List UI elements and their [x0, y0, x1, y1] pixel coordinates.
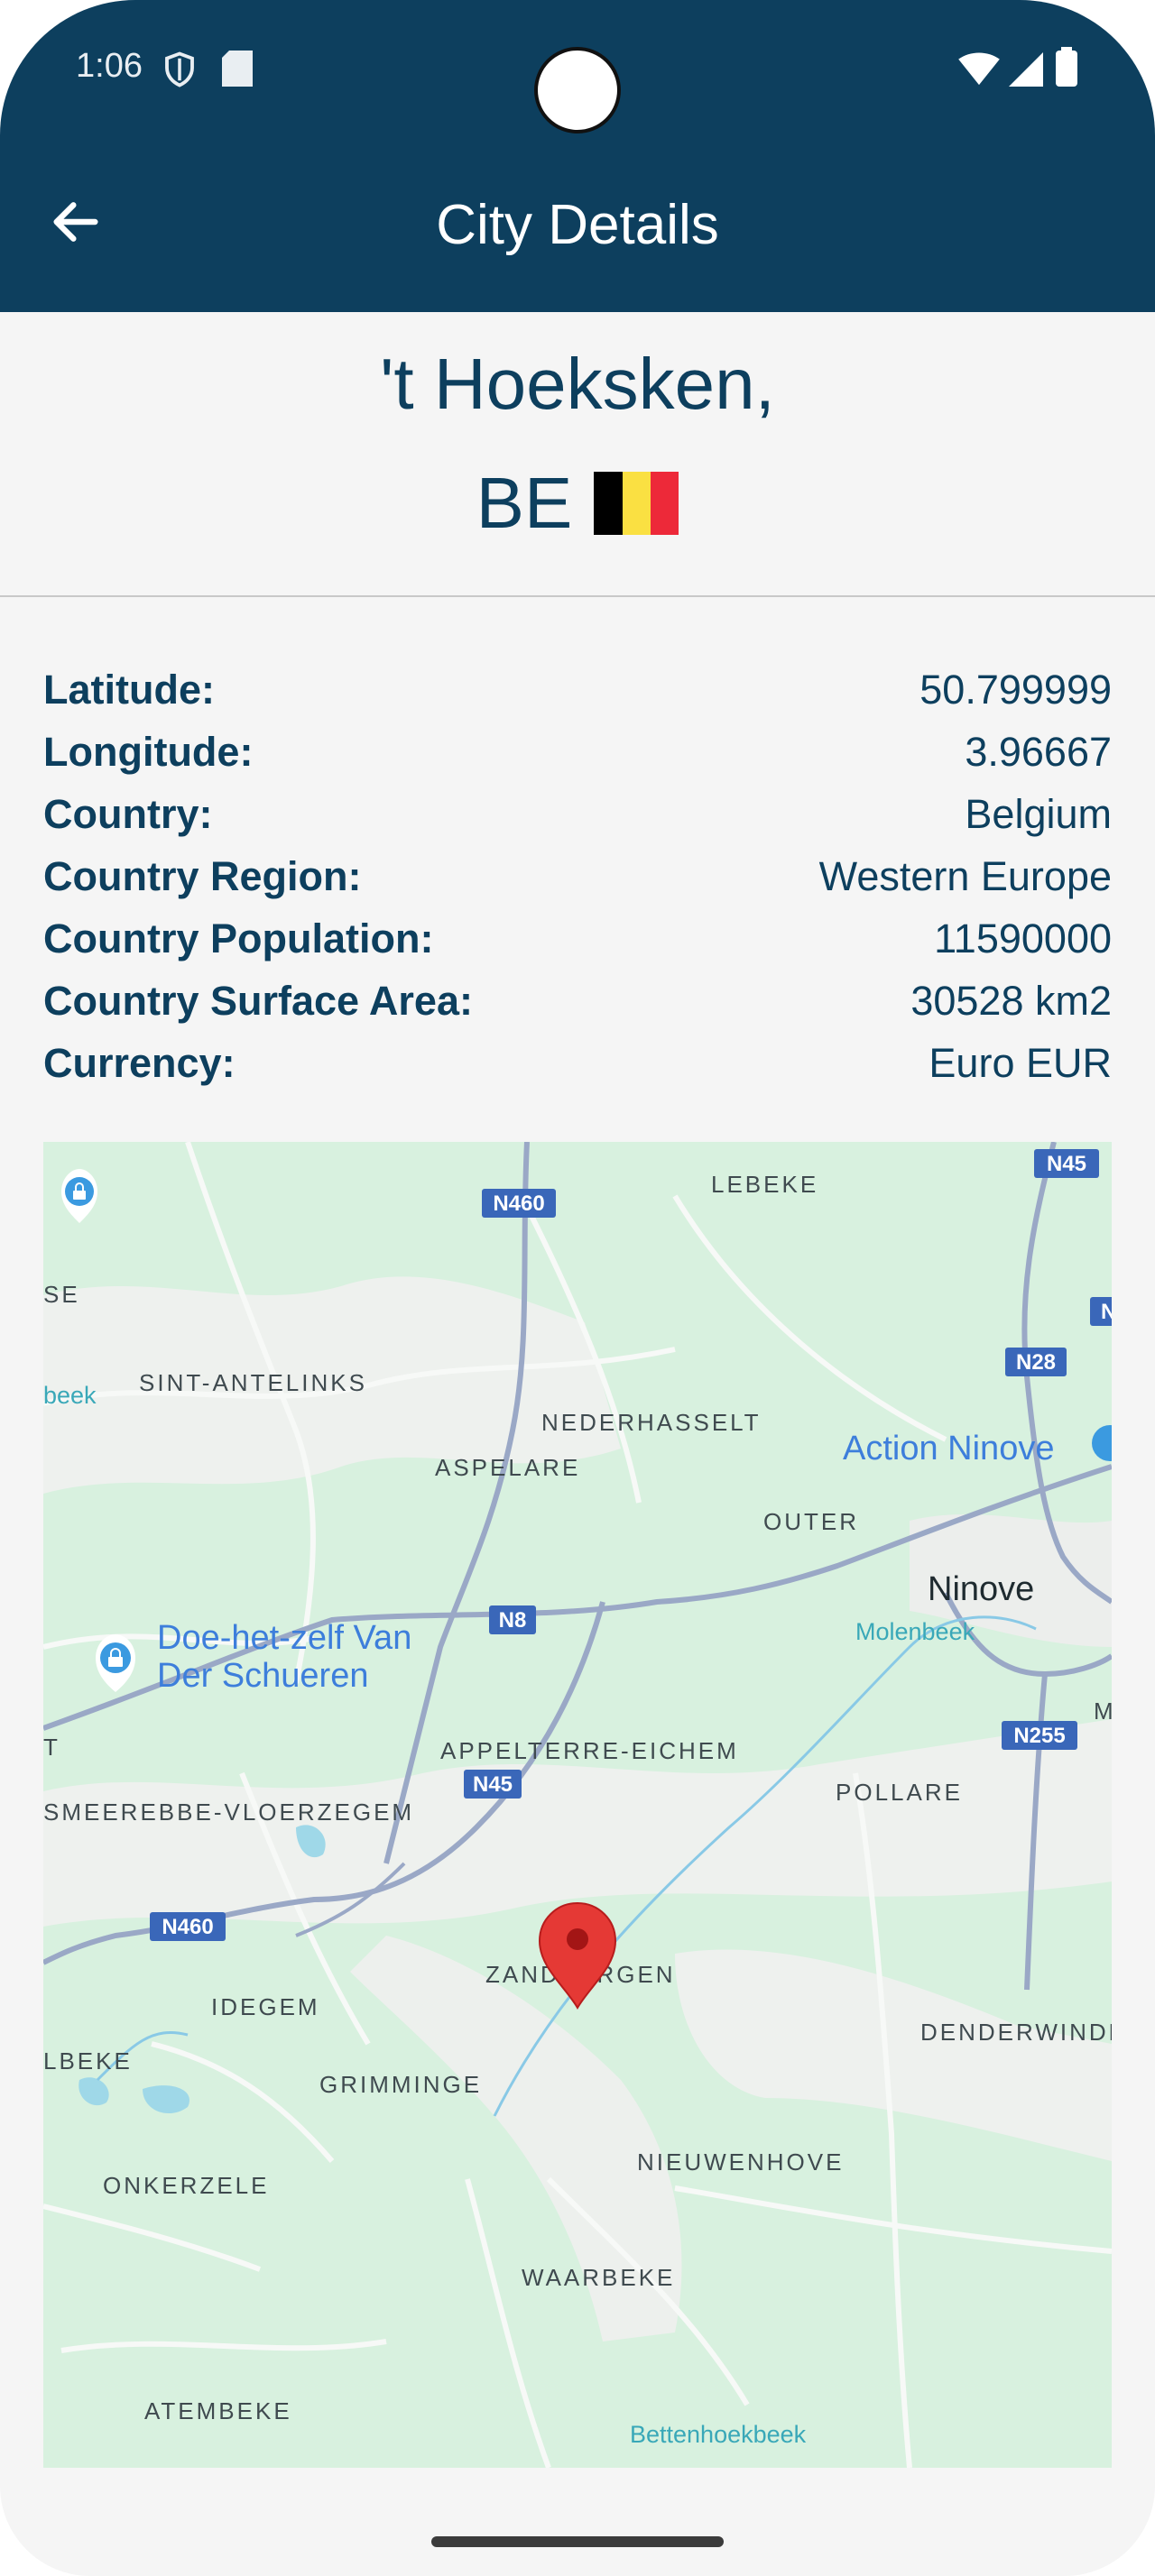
detail-row-longitude: Longitude: 3.96667 — [43, 721, 1112, 783]
city-name: 't Hoeksken, — [380, 344, 775, 424]
detail-value: Belgium — [965, 790, 1112, 837]
camera-cutout — [534, 47, 621, 133]
map-place-label: M — [1094, 1697, 1112, 1725]
location-pin-icon[interactable] — [538, 1901, 617, 2010]
detail-label: Longitude: — [43, 728, 254, 775]
detail-label: Latitude: — [43, 666, 215, 713]
map-poi-label[interactable]: Der Schueren — [157, 1657, 368, 1695]
map-water-label: Bettenhoekbeek — [630, 2421, 807, 2448]
shopping-poi-icon[interactable] — [61, 1169, 97, 1223]
detail-row-surface-area: Country Surface Area: 30528 km2 — [43, 970, 1112, 1032]
road-shield: N460 — [482, 1189, 556, 1218]
detail-label: Country: — [43, 790, 213, 837]
map-place-label: ATEMBEKE — [144, 2397, 292, 2424]
detail-value: 30528 km2 — [910, 977, 1112, 1024]
details-list: Latitude: 50.799999 Longitude: 3.96667 C… — [43, 658, 1112, 1094]
detail-row-country: Country: Belgium — [43, 783, 1112, 845]
road-shield: N — [1090, 1297, 1112, 1326]
map-place-label: NEDERHASSELT — [541, 1409, 762, 1436]
map-water-label: beek — [43, 1382, 97, 1409]
svg-text:N255: N255 — [1013, 1724, 1065, 1748]
detail-row-currency: Currency: Euro EUR — [43, 1032, 1112, 1094]
map-lake — [143, 2085, 189, 2114]
page-title: City Details — [436, 194, 719, 256]
detail-label: Country Region: — [43, 852, 362, 899]
map-place-label: ASPELARE — [435, 1454, 580, 1481]
svg-text:N45: N45 — [1047, 1152, 1086, 1176]
country-code: BE — [476, 463, 573, 543]
map-place-label: GRIMMINGE — [319, 2071, 482, 2098]
detail-label: Currency: — [43, 1039, 236, 1086]
map-place-label: SMEEREBBE-VLOERZEGEM — [43, 1799, 414, 1826]
road-shield: N8 — [489, 1605, 536, 1634]
detail-label: Country Surface Area: — [43, 977, 473, 1024]
map-place-label: ONKERZELE — [103, 2172, 270, 2199]
road-shield: N45 — [464, 1770, 522, 1799]
map-place-label: WAARBEKE — [522, 2264, 675, 2291]
map-place-label: LEBEKE — [711, 1171, 818, 1198]
map-place-label: POLLARE — [836, 1779, 963, 1806]
map-view[interactable]: N460 N45 N N28 N8 N45 N255 N460 LEBEKE S… — [43, 1142, 1112, 2468]
cellular-signal-icon — [1009, 52, 1043, 91]
map-water-label: Molenbeek — [855, 1618, 975, 1645]
svg-text:N28: N28 — [1016, 1350, 1056, 1375]
app-bar: 1:06 City Details — [0, 0, 1155, 312]
road-shield: N28 — [1005, 1348, 1067, 1376]
svg-text:N460: N460 — [162, 1915, 213, 1939]
map-place-label: IDEGEM — [211, 1993, 320, 2020]
map-place-label: SE — [43, 1281, 80, 1308]
detail-value: 11590000 — [934, 915, 1112, 961]
map-place-label: APPELTERRE-EICHEM — [440, 1737, 739, 1764]
sd-card-icon — [222, 51, 253, 91]
belgium-flag-icon — [594, 472, 679, 535]
map-place-label: Ninove — [928, 1570, 1034, 1608]
road-shield: N45 — [1034, 1149, 1099, 1178]
flag-stripe-red — [651, 472, 679, 535]
map-place-label: OUTER — [763, 1508, 859, 1535]
device-frame: 1:06 City Details 't Hoeksken, BE Latitu… — [0, 0, 1155, 2576]
map-poi-label[interactable]: Doe-het-zelf Van — [157, 1619, 411, 1657]
svg-text:N45: N45 — [473, 1772, 513, 1797]
detail-row-country-population: Country Population: 11590000 — [43, 907, 1112, 970]
divider — [0, 595, 1155, 597]
detail-value: 50.799999 — [919, 666, 1112, 713]
svg-text:N: N — [1101, 1300, 1112, 1324]
map-place-label: DENDERWINDE — [920, 2019, 1112, 2046]
detail-row-latitude: Latitude: 50.799999 — [43, 658, 1112, 721]
shield-status-icon — [161, 51, 199, 93]
battery-icon — [1056, 47, 1077, 91]
map-place-label: T — [43, 1734, 60, 1761]
wifi-icon — [958, 52, 1000, 91]
road-shield: N255 — [1002, 1721, 1077, 1750]
status-time: 1:06 — [76, 47, 143, 85]
detail-value: Western Europe — [818, 852, 1112, 899]
map-poi-label[interactable]: Action Ninove — [843, 1430, 1054, 1467]
detail-value: 3.96667 — [965, 728, 1112, 775]
flag-stripe-black — [594, 472, 623, 535]
map-place-label: NIEUWENHOVE — [637, 2148, 844, 2176]
map-place-label: LBEKE — [43, 2047, 133, 2075]
svg-text:N460: N460 — [493, 1191, 544, 1216]
map-lake — [79, 2077, 109, 2106]
detail-value: Euro EUR — [929, 1039, 1112, 1086]
detail-row-country-region: Country Region: Western Europe — [43, 845, 1112, 907]
shopping-poi-icon[interactable] — [96, 1634, 135, 1692]
map-canvas: N460 N45 N N28 N8 N45 N255 N460 LEBEKE S… — [43, 1142, 1112, 2468]
map-place-label: SINT-ANTELINKS — [139, 1369, 367, 1396]
flag-stripe-yellow — [622, 472, 651, 535]
detail-label: Country Population: — [43, 915, 434, 961]
svg-text:N8: N8 — [499, 1608, 527, 1633]
shopping-poi-icon[interactable] — [1092, 1425, 1112, 1461]
road-shield: N460 — [150, 1912, 226, 1941]
home-indicator[interactable] — [431, 2536, 724, 2547]
country-line: BE — [0, 458, 1155, 548]
